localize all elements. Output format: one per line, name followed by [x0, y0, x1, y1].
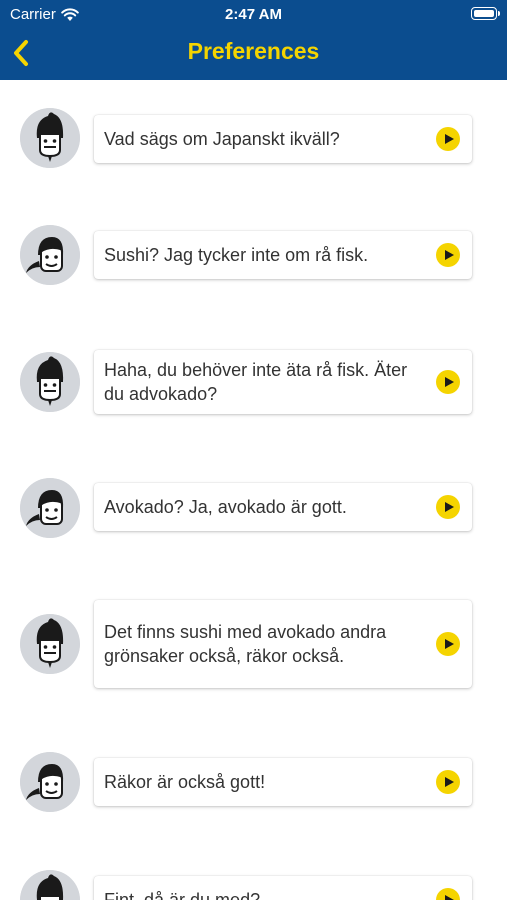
battery-icon: [471, 7, 500, 20]
play-icon: [445, 777, 454, 787]
speaker-avatar-man: [20, 614, 80, 674]
message-text: Det finns sushi med avokado andra grönsa…: [104, 622, 387, 666]
play-icon: [445, 377, 454, 387]
play-audio-button[interactable]: [436, 888, 460, 900]
man-with-goatee-icon: [20, 614, 80, 674]
page-title: Preferences: [187, 38, 320, 64]
dialogue-list[interactable]: Vad sägs om Japanskt ikväll? Sushi? Jag …: [0, 80, 507, 900]
man-with-goatee-icon: [20, 352, 80, 412]
man-with-goatee-icon: [20, 870, 80, 900]
message-bubble: Avokado? Ja, avokado är gott.: [94, 483, 472, 531]
speaker-avatar-man: [20, 108, 80, 168]
navigation-header: Carrier 2:47 AM Preferences: [0, 0, 507, 80]
message-bubble: Haha, du behöver inte äta rå fisk. Äter …: [94, 350, 472, 414]
message-text: Räkor är också gott!: [104, 772, 266, 792]
message-text: Fint, då är du med?: [104, 890, 261, 900]
message-bubble: Det finns sushi med avokado andra grönsa…: [94, 600, 472, 688]
speaker-avatar-man: [20, 352, 80, 412]
play-icon: [445, 134, 454, 144]
woman-with-ponytail-icon: [20, 225, 80, 285]
play-audio-button[interactable]: [436, 770, 460, 794]
status-bar: Carrier 2:47 AM: [0, 0, 507, 28]
play-audio-button[interactable]: [436, 127, 460, 151]
message-bubble: Fint, då är du med?: [94, 876, 472, 900]
play-audio-button[interactable]: [436, 370, 460, 394]
play-icon: [445, 250, 454, 260]
speaker-avatar-woman: [20, 225, 80, 285]
play-icon: [445, 639, 454, 649]
message-text: Avokado? Ja, avokado är gott.: [104, 497, 347, 517]
woman-with-ponytail-icon: [20, 752, 80, 812]
message-bubble: Vad sägs om Japanskt ikväll?: [94, 115, 472, 163]
message-bubble: Sushi? Jag tycker inte om rå fisk.: [94, 231, 472, 279]
play-audio-button[interactable]: [436, 632, 460, 656]
speaker-avatar-woman: [20, 752, 80, 812]
message-bubble: Räkor är också gott!: [94, 758, 472, 806]
man-with-goatee-icon: [20, 108, 80, 168]
play-audio-button[interactable]: [436, 495, 460, 519]
play-audio-button[interactable]: [436, 243, 460, 267]
message-text: Sushi? Jag tycker inte om rå fisk.: [104, 245, 369, 265]
clock: 2:47 AM: [225, 6, 282, 23]
play-icon: [445, 895, 454, 900]
message-text: Vad sägs om Japanskt ikväll?: [104, 129, 340, 149]
play-icon: [445, 502, 454, 512]
woman-with-ponytail-icon: [20, 478, 80, 538]
speaker-avatar-man: [20, 870, 80, 900]
speaker-avatar-woman: [20, 478, 80, 538]
message-text: Haha, du behöver inte äta rå fisk. Äter …: [104, 360, 408, 404]
